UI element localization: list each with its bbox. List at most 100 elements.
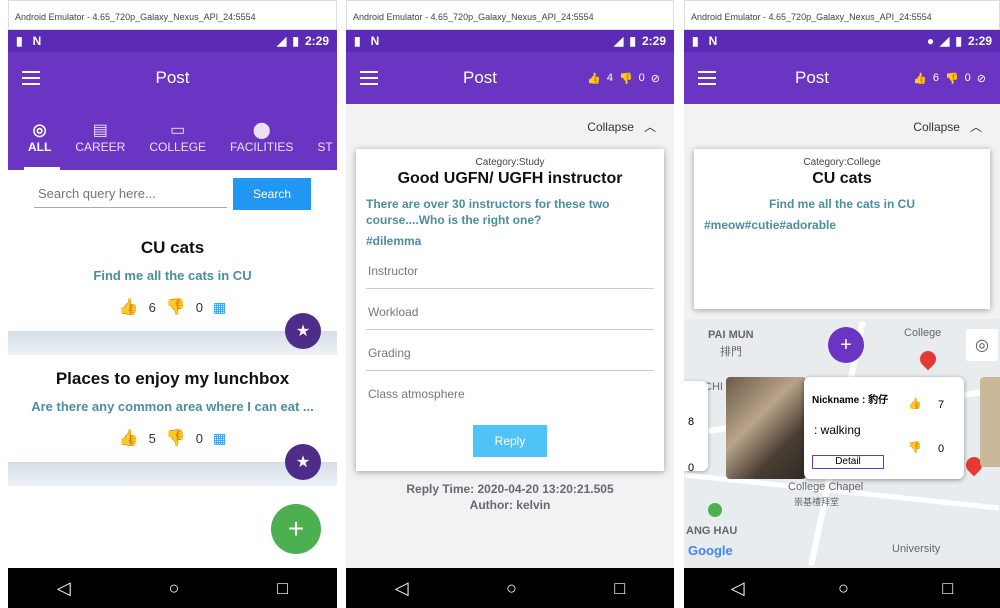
tab-career[interactable]: ▤ CAREER	[63, 104, 137, 170]
star-button[interactable]: ★	[285, 313, 321, 349]
my-location-icon[interactable]: ◎	[966, 329, 998, 361]
menu-icon[interactable]	[360, 71, 378, 85]
star-button[interactable]: ★	[285, 444, 321, 480]
sd-icon: ▮	[692, 34, 699, 48]
detail-button[interactable]: Detail	[812, 455, 884, 469]
map-label: 崇基禮拜堂	[794, 497, 840, 507]
recents-icon[interactable]: □	[614, 578, 625, 599]
thumbs-up-icon[interactable]: 👍	[119, 297, 139, 317]
back-icon[interactable]: ◁	[395, 578, 409, 599]
map-label: ANG HAU	[686, 525, 738, 537]
class-atmosphere-field[interactable]: Class atmosphere	[366, 371, 654, 411]
post-stats: 👍 6 👎 0 ▦	[16, 297, 329, 317]
tab-all[interactable]: ◎ ALL	[16, 104, 63, 170]
search-input[interactable]	[34, 180, 227, 208]
post-tags: #meow#cutie#adorable	[704, 218, 837, 232]
post-title: CU cats	[812, 170, 872, 187]
popup-status: : walking	[814, 423, 861, 437]
status-bar: ▮ N ◢ ▮ 2:29	[8, 30, 337, 52]
grading-field[interactable]: Grading	[366, 330, 654, 371]
location-pin-icon: ⬤	[252, 122, 271, 139]
up-count: 6	[932, 72, 939, 84]
post-card[interactable]: CU cats Find me all the cats in CU 👍 6 👎 0…	[8, 224, 337, 349]
home-icon[interactable]: ○	[838, 578, 849, 599]
battery-icon: ▮	[292, 34, 299, 48]
thumbs-up-icon[interactable]: 👍	[908, 397, 922, 410]
up-count: 6	[148, 299, 156, 315]
map-label: University	[892, 543, 941, 555]
notification-icon: N	[708, 34, 718, 48]
category-label: Category:Study	[475, 157, 545, 168]
thumbs-down-icon[interactable]: 👎	[166, 428, 186, 448]
home-icon[interactable]: ○	[506, 578, 517, 599]
cat-photo	[726, 377, 806, 479]
window-title: Android Emulator - 4.65_720p_Galaxy_Nexu…	[346, 0, 674, 30]
collapse-toggle[interactable]: Collapse ︿	[346, 104, 674, 149]
post-tags: #dilemma	[366, 234, 422, 248]
post-detail-card: Category:Study Good UGFN/ UGFH instructo…	[356, 149, 664, 471]
next-marker-card[interactable]	[980, 377, 1000, 467]
menu-icon[interactable]	[22, 71, 40, 85]
thumbs-up-icon[interactable]: 👍	[913, 72, 927, 85]
reply-meta: Reply Time: 2020-04-20 13:20:21.505 Auth…	[346, 481, 674, 513]
thumbs-down-icon[interactable]: 👎	[619, 72, 633, 85]
location-icon: ●	[926, 34, 935, 48]
menu-icon[interactable]	[698, 71, 716, 85]
workload-field[interactable]: Workload	[366, 289, 654, 330]
add-post-button[interactable]: +	[271, 504, 321, 554]
collapse-toggle[interactable]: Collapse ︿	[684, 104, 1000, 149]
window-title: Android Emulator - 4.65_720p_Galaxy_Nexu…	[684, 0, 1000, 30]
chevron-up-icon: ︿	[969, 120, 982, 134]
back-icon[interactable]: ◁	[731, 578, 745, 599]
briefcase-icon: ▤	[92, 122, 108, 139]
post-card[interactable]: Places to enjoy my lunchbox Are there an…	[8, 355, 337, 480]
thumbs-up-icon[interactable]: 👍	[119, 428, 139, 448]
recents-icon[interactable]: □	[942, 578, 953, 599]
instructor-field[interactable]: Instructor	[366, 248, 654, 289]
signal-icon: ◢	[614, 34, 624, 48]
post-text: Find me all the cats in CU	[768, 197, 916, 211]
down-count: 0	[964, 72, 971, 84]
tab-college[interactable]: ▭ COLLEGE	[137, 104, 218, 170]
battery-icon: ▮	[955, 34, 962, 48]
map-pin-icon[interactable]	[916, 347, 940, 371]
prev-marker-card[interactable]: 80	[684, 381, 708, 474]
tab-st[interactable]: ST	[305, 104, 337, 170]
map-icon[interactable]: ▦	[213, 430, 226, 447]
down-count: 0	[195, 299, 204, 315]
app-bar: Post 👍 6 👎 0 ⊘	[684, 52, 1000, 104]
signal-icon: ◢	[940, 34, 950, 48]
user-location-dot	[708, 503, 722, 517]
android-nav-bar: ◁ ○ □	[8, 568, 337, 608]
tab-facilities[interactable]: ⬤ FACILITIES	[218, 104, 305, 170]
post-title: CU cats	[140, 238, 205, 257]
block-icon[interactable]: ⊘	[651, 72, 660, 85]
sd-icon: ▮	[354, 34, 361, 48]
category-tabs: ◎ ALL ▤ CAREER ▭ COLLEGE ⬤ FACILITIES ST	[8, 104, 337, 170]
thumbs-down-icon[interactable]: 👎	[166, 297, 186, 317]
add-marker-button[interactable]: +	[828, 327, 864, 363]
marker-popup[interactable]: Nickname : 豹仔 : walking 👍 7 👎 0 Detail	[804, 377, 964, 479]
bed-icon: ▭	[170, 122, 186, 139]
thumbs-down-icon[interactable]: 👎	[945, 72, 959, 85]
map-label: College	[904, 327, 942, 339]
search-button[interactable]: Search	[232, 178, 311, 210]
block-icon[interactable]: ⊘	[977, 72, 986, 85]
android-nav-bar: ◁ ○ □	[346, 568, 674, 608]
signal-icon: ◢	[277, 34, 287, 48]
reply-button[interactable]: Reply	[472, 425, 548, 457]
google-logo: Google	[688, 543, 733, 558]
campus-map[interactable]: PAI MUN 排門 College CHI College Chapel 崇基…	[684, 319, 1000, 568]
thumbs-down-icon[interactable]: 👎	[908, 441, 922, 454]
map-label: 排門	[720, 346, 742, 358]
map-label: PAI MUN	[708, 329, 754, 341]
clock: 2:29	[304, 34, 329, 48]
tab-indicator	[24, 167, 60, 170]
reply-time: Reply Time: 2020-04-20 13:20:21.505	[406, 482, 614, 496]
recents-icon[interactable]: □	[277, 578, 288, 599]
post-title: Good UGFN/ UGFH instructor	[397, 170, 623, 187]
thumbs-up-icon[interactable]: 👍	[587, 72, 601, 85]
map-icon[interactable]: ▦	[213, 299, 226, 316]
back-icon[interactable]: ◁	[57, 578, 71, 599]
home-icon[interactable]: ○	[169, 578, 180, 599]
